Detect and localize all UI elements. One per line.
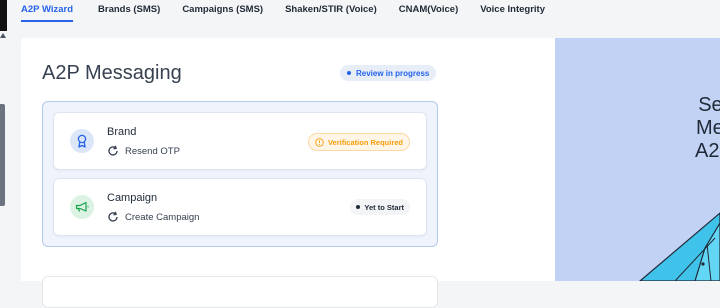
registration-steps: Brand Resend OTP Verification Required C… xyxy=(42,101,438,247)
resend-otp-button[interactable]: Resend OTP xyxy=(107,145,180,157)
status-dot-icon xyxy=(347,71,351,75)
left-scrollbar[interactable] xyxy=(0,104,5,206)
brand-step-title: Brand xyxy=(107,126,137,138)
status-badge-label: Review in progress xyxy=(356,68,430,78)
alert-circle-icon xyxy=(315,137,324,147)
yet-to-start-label: Yet to Start xyxy=(364,202,404,212)
status-dot-icon xyxy=(356,205,361,209)
a2p-messaging-card: A2P Messaging Review in progress Brand R… xyxy=(21,38,555,308)
verification-required-badge: Verification Required xyxy=(307,133,410,151)
ribbon-icon xyxy=(70,129,94,153)
left-edge-block xyxy=(0,0,7,31)
tab-cnam-voice[interactable]: CNAM(Voice) xyxy=(399,0,458,20)
tab-voice-integrity[interactable]: Voice Integrity xyxy=(480,0,545,20)
campaign-step-card: Campaign Create Campaign Yet to Start xyxy=(53,178,427,236)
yet-to-start-badge: Yet to Start xyxy=(350,199,410,215)
tab-shaken-stir-voice[interactable]: Shaken/STIR (Voice) xyxy=(285,0,377,20)
create-campaign-button[interactable]: Create Campaign xyxy=(107,211,199,223)
promo-panel: Send V Messag A2P reg xyxy=(555,38,720,281)
campaign-step-title: Campaign xyxy=(107,192,158,204)
verification-required-label: Verification Required xyxy=(327,137,403,147)
tab-a2p-wizard[interactable]: A2P Wizard xyxy=(21,0,74,22)
status-badge: Review in progress xyxy=(340,65,437,81)
top-tabs: A2P Wizard Brands (SMS) Campaigns (SMS) … xyxy=(21,0,567,22)
scroll-up-arrow-icon[interactable] xyxy=(0,33,6,38)
megaphone-icon xyxy=(70,195,94,219)
create-campaign-label: Create Campaign xyxy=(125,211,200,223)
promo-line-1: Send V xyxy=(698,94,720,116)
resend-otp-label: Resend OTP xyxy=(125,145,180,157)
promo-heading: Send V Messag A2P reg xyxy=(631,94,720,163)
brand-step-card: Brand Resend OTP Verification Required xyxy=(53,112,427,170)
promo-line-3: A2P reg xyxy=(695,140,720,162)
refresh-icon xyxy=(108,211,118,222)
promo-line-2: Messag xyxy=(695,117,720,139)
tab-brands-sms[interactable]: Brands (SMS) xyxy=(98,0,160,20)
tab-campaigns-sms[interactable]: Campaigns (SMS) xyxy=(182,0,263,20)
page-title: A2P Messaging xyxy=(42,62,182,84)
refresh-icon xyxy=(108,145,118,156)
